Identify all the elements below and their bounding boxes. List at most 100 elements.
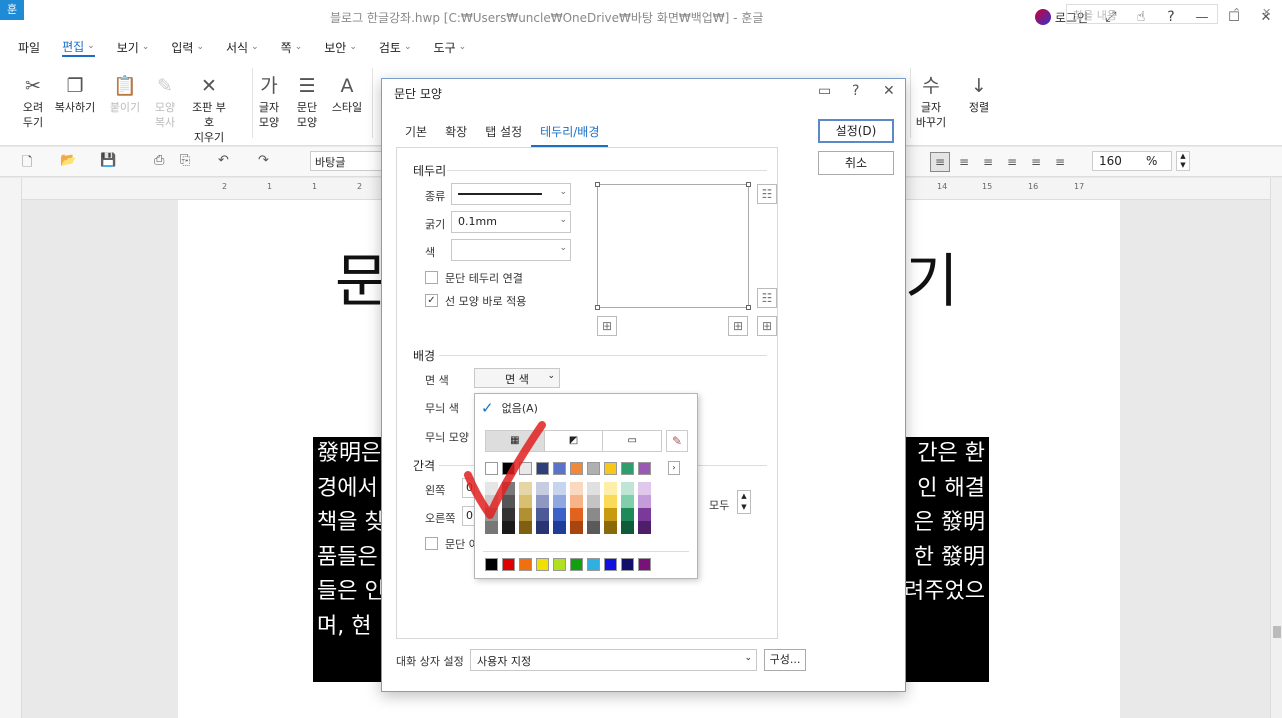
dialog-tab[interactable]: 탭 설정 [476,117,531,147]
vertical-scrollbar[interactable] [1270,178,1282,718]
shade-swatch[interactable] [587,495,600,508]
shade-swatch[interactable] [621,495,634,508]
print-icon[interactable]: ⎙ [154,153,164,168]
shade-swatch[interactable] [519,521,532,534]
shade-swatch[interactable] [638,508,651,521]
shade-swatch[interactable] [553,495,566,508]
style-button[interactable]: A 스타일 [326,72,368,115]
shade-swatch[interactable] [485,508,498,521]
border-inner-left-button[interactable]: ⊞ [597,316,617,336]
shade-swatch[interactable] [519,495,532,508]
left-align-button[interactable]: ≡ [954,152,974,172]
menu-item[interactable]: 편집 ⌄ [62,38,95,57]
shade-swatch[interactable] [621,508,634,521]
shade-swatch[interactable] [502,508,515,521]
standard-color-swatch[interactable] [638,558,651,571]
dialog-comment-icon[interactable]: ▭ [818,83,831,99]
gradient-mode-icon[interactable]: ▭ [603,431,661,451]
menu-item[interactable]: 파일 [18,39,40,56]
shade-swatch[interactable] [553,482,566,495]
border-type-select[interactable]: ⌄ [451,183,571,205]
thickness-select[interactable]: 0.1mm ⌄ [451,211,571,233]
shade-swatch[interactable] [536,495,549,508]
standard-color-swatch[interactable] [502,558,515,571]
shade-swatch[interactable] [604,482,617,495]
collapse-ribbon-icon[interactable]: ⌃ [1232,6,1241,19]
shade-swatch[interactable] [621,521,634,534]
menu-close-icon[interactable]: ✕ [1262,6,1271,19]
shade-swatch[interactable] [536,482,549,495]
clear-marks-button[interactable]: ✕ 조판 부호 지우기 [188,72,230,145]
menu-item[interactable]: 서식 ⌄ [226,39,259,56]
para-shape-button[interactable]: ☰ 문단 모양 [286,72,328,130]
shade-swatch[interactable] [485,495,498,508]
menu-item[interactable]: 보기 ⌄ [117,39,150,56]
dialog-help-icon[interactable]: ? [852,83,859,99]
shade-swatch[interactable] [638,482,651,495]
dialog-tab[interactable]: 테두리/배경 [531,117,609,147]
face-color-select[interactable]: 면 색 ⌄ [474,368,560,388]
both-spinner[interactable]: ▲ ▼ [737,490,751,514]
dialog-close-icon[interactable]: ✕ [883,83,895,99]
standard-color-swatch[interactable] [604,558,617,571]
shade-swatch[interactable] [570,482,583,495]
format-copy-button[interactable]: ✎ 모양 복사 [144,72,186,130]
paste-button[interactable]: 📋 붙이기 [104,72,146,115]
char-change-button[interactable]: 수 글자 바꾸기 [910,72,952,130]
color-swatch[interactable] [502,462,515,475]
shade-swatch[interactable] [519,508,532,521]
dialog-tab[interactable]: 기본 [396,117,436,147]
justify-align-button[interactable]: ≡ [930,152,950,172]
shade-swatch[interactable] [536,521,549,534]
menu-item[interactable]: 도구 ⌄ [434,39,467,56]
char-shape-button[interactable]: 가 글자 모양 [248,72,290,130]
shade-swatch[interactable] [536,508,549,521]
menu-item[interactable]: 입력 ⌄ [171,39,204,56]
border-top-button[interactable]: ☷ [757,184,777,204]
shade-swatch[interactable] [553,508,566,521]
cancel-button[interactable]: 취소 [818,151,894,175]
palette-mode-icon[interactable]: ▦ [486,431,545,451]
shade-swatch[interactable] [587,482,600,495]
shade-swatch[interactable] [587,508,600,521]
open-folder-icon[interactable]: 📂 [60,153,76,168]
shade-swatch[interactable] [570,508,583,521]
spectrum-mode-icon[interactable]: ◩ [545,431,604,451]
configure-button[interactable]: 구성... [764,649,806,671]
style-select[interactable]: 바탕글 [310,151,382,171]
color-swatch[interactable] [638,462,651,475]
shade-swatch[interactable] [485,521,498,534]
none-color-option[interactable]: ✓ 없음(A) [481,398,538,418]
split-align-button[interactable]: ≡ [1050,152,1070,172]
border-preview[interactable] [595,182,751,310]
shade-swatch[interactable] [485,482,498,495]
color-swatch[interactable] [621,462,634,475]
color-swatch[interactable] [604,462,617,475]
shade-swatch[interactable] [638,521,651,534]
menu-item[interactable]: 검토 ⌄ [379,39,412,56]
shade-swatch[interactable] [570,495,583,508]
eyedropper-icon[interactable]: ✎ [666,430,688,452]
zoom-input[interactable]: 160 [1092,151,1172,171]
standard-color-swatch[interactable] [536,558,549,571]
color-swatch[interactable] [553,462,566,475]
standard-color-swatch[interactable] [519,558,532,571]
search-input[interactable]: 찾을 내용 [1066,4,1218,24]
standard-color-swatch[interactable] [485,558,498,571]
menu-item[interactable]: 보안 ⌄ [324,39,357,56]
shade-swatch[interactable] [621,482,634,495]
scissors-button[interactable]: ✂ 오려 두기 [12,72,54,130]
distribute-align-button[interactable]: ≡ [1026,152,1046,172]
border-color-select[interactable]: ⌄ [451,239,571,261]
shade-swatch[interactable] [553,521,566,534]
dialog-tab[interactable]: 확장 [436,117,476,147]
copy-button[interactable]: ❐ 복사하기 [54,72,96,115]
standard-color-swatch[interactable] [570,558,583,571]
center-align-button[interactable]: ≡ [978,152,998,172]
shade-swatch[interactable] [502,495,515,508]
redo-icon[interactable]: ↷ [258,153,269,168]
apply-now-checkbox[interactable]: ✓ [425,294,438,307]
shade-swatch[interactable] [570,521,583,534]
color-swatch[interactable] [485,462,498,475]
shade-swatch[interactable] [519,482,532,495]
